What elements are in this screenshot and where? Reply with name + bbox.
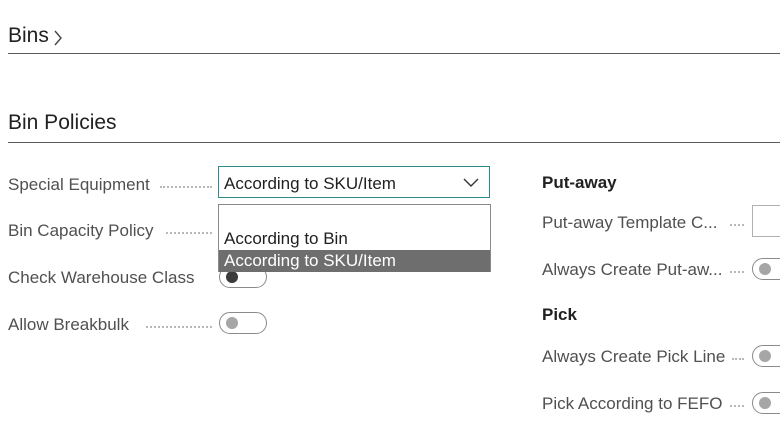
dropdown-option-according-to-sku-item[interactable]: According to SKU/Item [219,250,490,272]
putaway-template-label: Put-away Template C... [542,213,718,232]
pick-fefo-toggle[interactable] [752,392,780,414]
always-create-pick-line-label: Always Create Pick Line [542,347,726,366]
always-create-pick-line-toggle[interactable] [752,345,780,367]
dotted-leader [732,358,744,360]
toggle-knob [759,350,771,362]
toggle-knob [759,263,771,275]
always-create-putaway-toggle[interactable] [752,258,780,280]
section-divider [8,142,780,143]
special-equipment-dropdown[interactable]: According to Bin According to SKU/Item [218,204,491,272]
chevron-down-icon [463,178,479,187]
dotted-leader [730,224,744,226]
dotted-leader [730,271,744,273]
bin-capacity-policy-label: Bin Capacity Policy [8,221,154,240]
always-create-putaway-label: Always Create Put-aw... [542,260,723,279]
toggle-knob [226,271,238,283]
putaway-template-input[interactable] [752,205,780,237]
pick-fefo-label: Pick According to FEFO [542,394,723,413]
dotted-leader [146,326,212,328]
special-equipment-value: According to SKU/Item [224,174,396,193]
dotted-leader [160,186,212,188]
putaway-group-title: Put-away [542,173,617,192]
check-warehouse-class-label: Check Warehouse Class [8,268,195,287]
allow-breakbulk-label: Allow Breakbulk [8,315,129,334]
breadcrumb[interactable]: Bins [8,24,63,48]
chevron-right-icon [54,30,62,46]
dropdown-option-according-to-bin[interactable]: According to Bin [219,228,490,250]
allow-breakbulk-toggle[interactable] [219,312,267,334]
dotted-leader [166,232,212,234]
toggle-knob [226,317,238,329]
special-equipment-select[interactable]: According to SKU/Item [218,166,490,198]
breadcrumb-divider [8,53,780,54]
special-equipment-label: Special Equipment [8,175,150,194]
toggle-knob [759,397,771,409]
dotted-leader [730,405,744,407]
section-title: Bin Policies [8,111,117,134]
pick-group-title: Pick [542,305,577,324]
breadcrumb-label[interactable]: Bins [8,24,49,47]
